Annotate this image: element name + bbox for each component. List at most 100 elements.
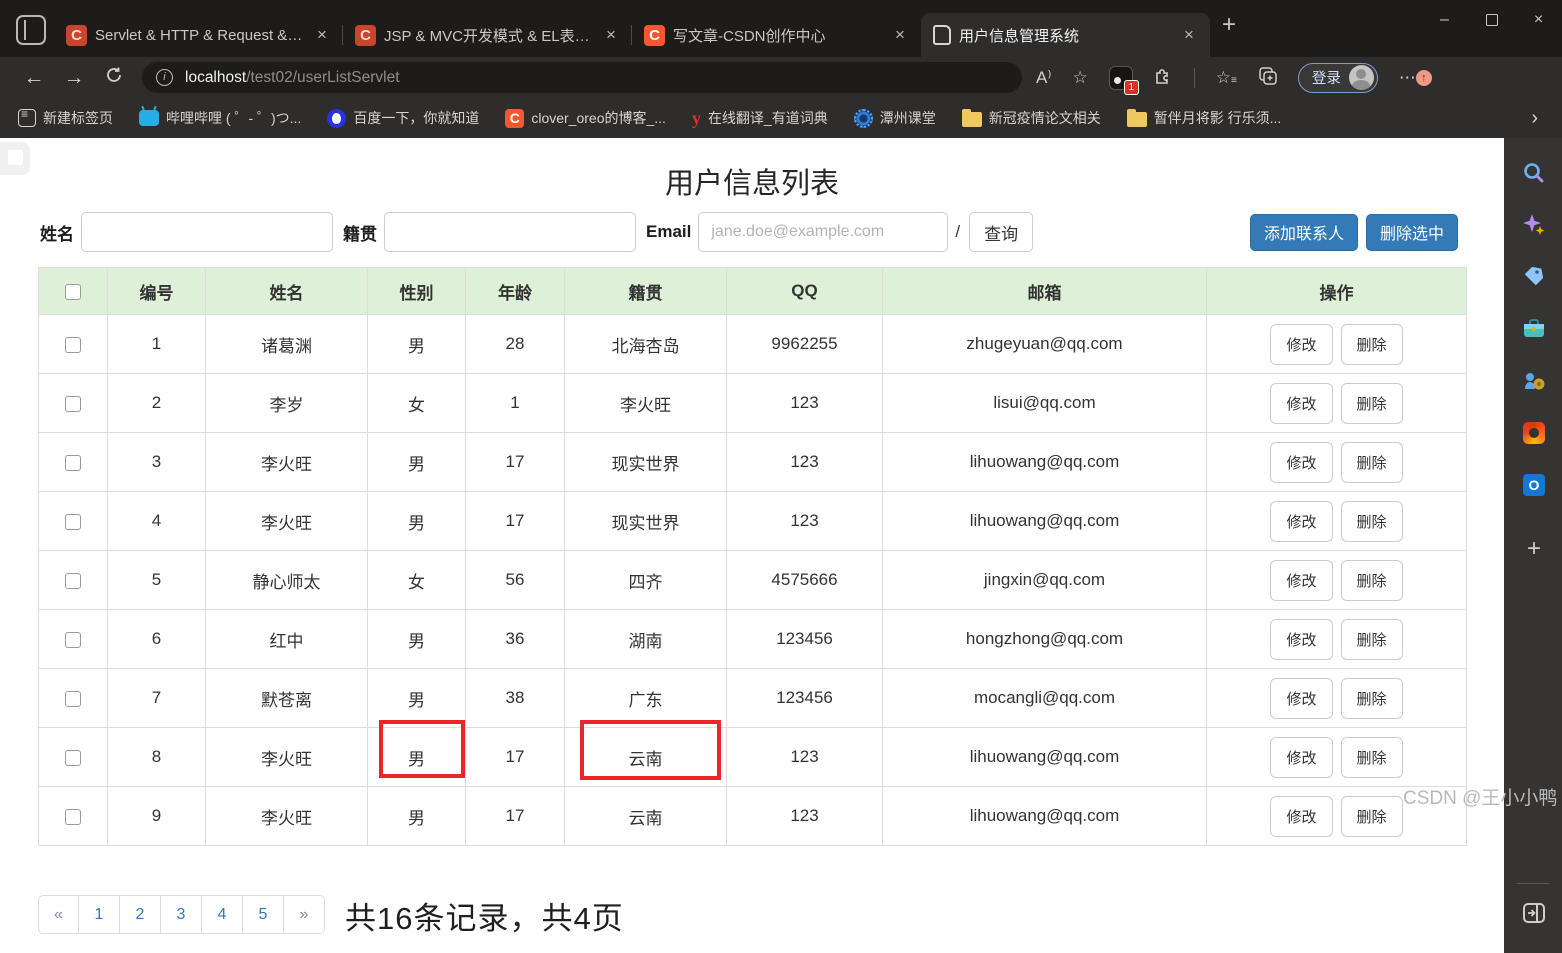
page-next[interactable]: » (284, 895, 325, 934)
add-favorite-icon[interactable]: ☆ (1073, 68, 1088, 88)
edit-button[interactable]: 修改 (1270, 323, 1333, 365)
discover-sparkle-icon[interactable] (1521, 212, 1547, 238)
forward-icon[interactable]: → (54, 66, 94, 90)
refresh-icon[interactable] (94, 66, 134, 90)
favorites-list-icon[interactable]: ☆≡ (1216, 68, 1237, 88)
edit-button[interactable]: 修改 (1270, 736, 1333, 778)
watermark: CSDN @王小小鸭 (1403, 788, 1558, 809)
delete-button[interactable]: 删除 (1340, 677, 1403, 719)
row-checkbox[interactable] (65, 336, 81, 353)
delete-selected-button[interactable]: 删除选中 (1365, 213, 1458, 251)
tab-servlet[interactable]: C Servlet & HTTP & Request & Res × (54, 13, 343, 57)
bookmark-csdn-blog[interactable]: Cclover_oreo的博客_... (505, 108, 666, 128)
col-ops: 操作 (1206, 267, 1467, 315)
bookmark-bilibili[interactable]: 哔哩哔哩 ( ゜- ゜)つ... (139, 108, 301, 128)
bookmark-tanzhou[interactable]: 潭州课堂 (853, 108, 936, 128)
row-checkbox[interactable] (65, 749, 81, 766)
close-tab-icon[interactable]: × (600, 24, 622, 46)
tab-jsp[interactable]: C JSP & MVC开发模式 & EL表达式 × (343, 13, 632, 57)
delete-button[interactable]: 删除 (1340, 382, 1403, 424)
tab-actions-icon[interactable] (16, 15, 46, 45)
edit-button[interactable]: 修改 (1270, 441, 1333, 483)
edit-button[interactable]: 修改 (1270, 618, 1333, 660)
games-icon[interactable] (1521, 368, 1547, 394)
row-checkbox[interactable] (65, 690, 81, 707)
select-all-checkbox[interactable] (65, 283, 81, 300)
tools-briefcase-icon[interactable] (1521, 316, 1547, 342)
table-row: 5 静心师太 女 56 四齐 4575666 jingxin@qq.com 修改 删除 (38, 550, 1467, 610)
collections-icon[interactable] (1258, 66, 1277, 90)
edit-button[interactable]: 修改 (1270, 677, 1333, 719)
delete-button[interactable]: 删除 (1340, 736, 1403, 778)
bookmark-new-tab[interactable]: 新建标签页 (18, 107, 113, 128)
office-icon[interactable] (1521, 420, 1547, 446)
close-tab-icon[interactable]: × (311, 24, 333, 46)
page-3[interactable]: 3 (161, 895, 202, 934)
edit-button[interactable]: 修改 (1270, 382, 1333, 424)
edit-button[interactable]: 修改 (1270, 559, 1333, 601)
bookmark-baidu[interactable]: 百度一下，你就知道 (327, 108, 479, 128)
email-input[interactable] (698, 212, 949, 252)
delete-button[interactable]: 删除 (1340, 323, 1403, 365)
page-5[interactable]: 5 (243, 895, 284, 934)
page-prev[interactable]: « (38, 895, 79, 934)
add-contact-button[interactable]: 添加联系人 (1249, 213, 1358, 251)
sidebar-add-icon[interactable]: + (1521, 535, 1547, 562)
row-checkbox[interactable] (65, 808, 81, 825)
email-label: Email (646, 222, 692, 241)
minimize-button[interactable]: – (1421, 0, 1468, 40)
site-info-icon[interactable]: i (156, 69, 173, 86)
gear-icon (853, 108, 873, 128)
read-aloud-icon[interactable]: A⁾ (1036, 68, 1052, 88)
delete-button[interactable]: 删除 (1340, 441, 1403, 483)
shopping-tag-icon[interactable] (1521, 264, 1547, 290)
bookmark-youdao[interactable]: y 在线翻译_有道词典 (692, 108, 828, 129)
close-window-button[interactable]: × (1515, 0, 1562, 40)
row-checkbox[interactable] (65, 454, 81, 471)
extensions-puzzle-icon[interactable] (1154, 66, 1173, 90)
delete-button[interactable]: 删除 (1340, 795, 1403, 837)
page-1[interactable]: 1 (79, 895, 120, 934)
csdn-favicon: C (355, 24, 376, 46)
open-sidebar-panel-icon[interactable] (1521, 900, 1547, 926)
search-icon[interactable] (1521, 160, 1547, 186)
edit-button[interactable]: 修改 (1270, 795, 1333, 837)
page-2[interactable]: 2 (120, 895, 161, 934)
tab-write-article[interactable]: C 写文章-CSDN创作中心 × (632, 13, 921, 57)
bookmark-folder-moon[interactable]: 暂伴月将影 行乐须... (1126, 108, 1281, 128)
delete-button[interactable]: 删除 (1340, 559, 1403, 601)
delete-button[interactable]: 删除 (1340, 618, 1403, 660)
page-title: 用户信息列表 (664, 168, 839, 200)
extension-icon[interactable]: 1 (1108, 65, 1139, 95)
avatar (1348, 65, 1374, 90)
page-4[interactable]: 4 (202, 895, 243, 934)
youdao-icon: y (691, 107, 701, 128)
login-button[interactable]: 登录 (1297, 62, 1378, 93)
close-tab-icon[interactable]: × (889, 24, 911, 46)
row-checkbox[interactable] (65, 572, 81, 589)
search-form: 姓名 籍贯 Email / 查询 添加联系人 删除选中 (0, 210, 1504, 254)
outlook-icon[interactable]: O (1521, 472, 1547, 498)
maximize-button[interactable] (1468, 0, 1515, 40)
name-input[interactable] (81, 212, 333, 252)
hometown-input[interactable] (384, 212, 636, 252)
row-checkbox[interactable] (65, 631, 81, 648)
bookmark-folder-covid[interactable]: 新冠疫情论文相关 (961, 108, 1101, 128)
table-row: 1 诸葛渊 男 28 北海杏岛 9962255 zhugeyuan@qq.com 修改… (38, 314, 1467, 374)
back-icon[interactable]: ← (14, 66, 54, 90)
more-menu-icon[interactable]: ⋯ (1399, 68, 1416, 88)
edit-button[interactable]: 修改 (1270, 500, 1333, 542)
query-button[interactable]: 查询 (969, 212, 1034, 252)
bookmarks-overflow-icon[interactable]: › (1531, 107, 1538, 130)
table-row: 3 李火旺 男 17 现实世界 123 lihuowang@qq.com 修改 删除 (38, 432, 1467, 492)
new-tab-button[interactable]: + (1222, 11, 1236, 39)
delete-button[interactable]: 删除 (1340, 500, 1403, 542)
row-checkbox[interactable] (65, 513, 81, 530)
close-tab-icon[interactable]: × (1178, 24, 1200, 46)
address-bar[interactable]: i localhost/test02/userListServlet (142, 62, 1022, 93)
row-checkbox[interactable] (65, 395, 81, 412)
hometown-label: 籍贯 (343, 224, 377, 244)
tab-user-management-active[interactable]: 用户信息管理系统 × (921, 13, 1210, 57)
page-content: 用户信息列表 姓名 籍贯 Email / 查询 添加联系人 删除选中 编号 姓名… (0, 138, 1504, 953)
url-host: localhost (185, 68, 247, 86)
